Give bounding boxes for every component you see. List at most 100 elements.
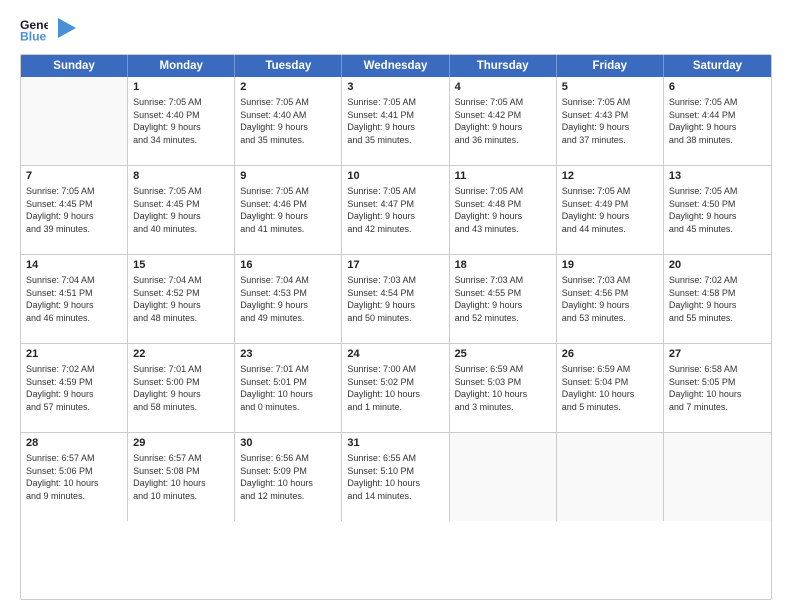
cell-info-line: Sunset: 5:04 PM: [562, 376, 658, 389]
cell-info-line: Sunrise: 6:59 AM: [455, 363, 551, 376]
cell-info-line: and 12 minutes.: [240, 490, 336, 503]
day-number: 4: [455, 81, 551, 93]
cell-info-line: and 1 minute.: [347, 401, 443, 414]
cell-info-line: Daylight: 9 hours: [133, 121, 229, 134]
cell-info-line: Sunrise: 7:05 AM: [26, 185, 122, 198]
cell-info-line: Sunset: 5:00 PM: [133, 376, 229, 389]
cell-info-line: and 36 minutes.: [455, 134, 551, 147]
weekday-header-saturday: Saturday: [664, 55, 771, 77]
cell-info-line: and 9 minutes.: [26, 490, 122, 503]
cell-info-line: Sunrise: 6:57 AM: [26, 452, 122, 465]
cell-info-line: Sunset: 4:40 AM: [240, 109, 336, 122]
cell-info-line: Sunrise: 7:02 AM: [669, 274, 766, 287]
calendar-cell: 1Sunrise: 7:05 AMSunset: 4:40 PMDaylight…: [128, 77, 235, 165]
cell-info-line: Daylight: 9 hours: [669, 121, 766, 134]
cell-info-line: Sunrise: 7:04 AM: [133, 274, 229, 287]
day-number: 13: [669, 170, 766, 182]
cell-info-line: Sunset: 4:56 PM: [562, 287, 658, 300]
cell-info-line: Daylight: 9 hours: [26, 388, 122, 401]
calendar-cell: 20Sunrise: 7:02 AMSunset: 4:58 PMDayligh…: [664, 255, 771, 343]
cell-info-line: Sunrise: 7:05 AM: [347, 185, 443, 198]
cell-info-line: Daylight: 10 hours: [562, 388, 658, 401]
cell-info-line: Sunset: 4:59 PM: [26, 376, 122, 389]
weekday-header-friday: Friday: [557, 55, 664, 77]
calendar-row-4: 21Sunrise: 7:02 AMSunset: 4:59 PMDayligh…: [21, 344, 771, 433]
cell-info-line: Sunset: 5:09 PM: [240, 465, 336, 478]
calendar-cell: 17Sunrise: 7:03 AMSunset: 4:54 PMDayligh…: [342, 255, 449, 343]
cell-info-line: and 42 minutes.: [347, 223, 443, 236]
cell-info-line: Sunrise: 7:02 AM: [26, 363, 122, 376]
cell-info-line: Sunrise: 7:05 AM: [669, 96, 766, 109]
day-number: 5: [562, 81, 658, 93]
cell-info-line: and 38 minutes.: [669, 134, 766, 147]
cell-info-line: Sunrise: 7:05 AM: [455, 96, 551, 109]
cell-info-line: Sunset: 4:52 PM: [133, 287, 229, 300]
cell-info-line: Daylight: 9 hours: [562, 121, 658, 134]
cell-info-line: Sunrise: 7:03 AM: [347, 274, 443, 287]
calendar-cell: 7Sunrise: 7:05 AMSunset: 4:45 PMDaylight…: [21, 166, 128, 254]
cell-info-line: Daylight: 9 hours: [455, 121, 551, 134]
cell-info-line: Daylight: 9 hours: [133, 388, 229, 401]
cell-info-line: Daylight: 9 hours: [669, 210, 766, 223]
cell-info-line: Sunset: 4:51 PM: [26, 287, 122, 300]
page: General Blue SundayMondayTuesdayWednesda…: [0, 0, 792, 612]
cell-info-line: Daylight: 10 hours: [240, 388, 336, 401]
calendar-body: 1Sunrise: 7:05 AMSunset: 4:40 PMDaylight…: [21, 77, 771, 521]
cell-info-line: Sunset: 4:45 PM: [133, 198, 229, 211]
day-number: 12: [562, 170, 658, 182]
cell-info-line: Sunset: 5:01 PM: [240, 376, 336, 389]
calendar-cell: 6Sunrise: 7:05 AMSunset: 4:44 PMDaylight…: [664, 77, 771, 165]
weekday-header-wednesday: Wednesday: [342, 55, 449, 77]
cell-info-line: Daylight: 9 hours: [240, 210, 336, 223]
weekday-header-sunday: Sunday: [21, 55, 128, 77]
day-number: 1: [133, 81, 229, 93]
calendar-cell: 18Sunrise: 7:03 AMSunset: 4:55 PMDayligh…: [450, 255, 557, 343]
cell-info-line: Daylight: 10 hours: [26, 477, 122, 490]
day-number: 14: [26, 259, 122, 271]
cell-info-line: and 57 minutes.: [26, 401, 122, 414]
logo-icon: General Blue: [20, 16, 48, 44]
cell-info-line: Sunset: 5:05 PM: [669, 376, 766, 389]
cell-info-line: Sunrise: 7:05 AM: [133, 185, 229, 198]
svg-text:Blue: Blue: [20, 29, 47, 43]
calendar-cell: 3Sunrise: 7:05 AMSunset: 4:41 PMDaylight…: [342, 77, 449, 165]
cell-info-line: and 52 minutes.: [455, 312, 551, 325]
cell-info-line: Sunset: 5:06 PM: [26, 465, 122, 478]
cell-info-line: Sunset: 4:43 PM: [562, 109, 658, 122]
cell-info-line: and 50 minutes.: [347, 312, 443, 325]
weekday-header-monday: Monday: [128, 55, 235, 77]
cell-info-line: Sunrise: 7:00 AM: [347, 363, 443, 376]
cell-info-line: Daylight: 10 hours: [133, 477, 229, 490]
cell-info-line: Daylight: 9 hours: [562, 299, 658, 312]
cell-info-line: Daylight: 9 hours: [26, 210, 122, 223]
calendar: SundayMondayTuesdayWednesdayThursdayFrid…: [20, 54, 772, 600]
cell-info-line: Sunrise: 6:55 AM: [347, 452, 443, 465]
cell-info-line: Sunrise: 7:05 AM: [240, 96, 336, 109]
calendar-cell: 14Sunrise: 7:04 AMSunset: 4:51 PMDayligh…: [21, 255, 128, 343]
header: General Blue: [20, 16, 772, 44]
cell-info-line: Sunrise: 6:56 AM: [240, 452, 336, 465]
day-number: 15: [133, 259, 229, 271]
day-number: 29: [133, 437, 229, 449]
calendar-cell: [450, 433, 557, 521]
cell-info-line: and 10 minutes.: [133, 490, 229, 503]
calendar-cell: 28Sunrise: 6:57 AMSunset: 5:06 PMDayligh…: [21, 433, 128, 521]
cell-info-line: and 44 minutes.: [562, 223, 658, 236]
cell-info-line: Daylight: 9 hours: [562, 210, 658, 223]
cell-info-line: Daylight: 10 hours: [455, 388, 551, 401]
cell-info-line: Sunrise: 7:04 AM: [26, 274, 122, 287]
cell-info-line: Sunrise: 7:04 AM: [240, 274, 336, 287]
calendar-cell: 24Sunrise: 7:00 AMSunset: 5:02 PMDayligh…: [342, 344, 449, 432]
day-number: 30: [240, 437, 336, 449]
cell-info-line: Sunrise: 7:05 AM: [562, 185, 658, 198]
day-number: 21: [26, 348, 122, 360]
cell-info-line: and 5 minutes.: [562, 401, 658, 414]
cell-info-line: and 0 minutes.: [240, 401, 336, 414]
day-number: 25: [455, 348, 551, 360]
cell-info-line: and 37 minutes.: [562, 134, 658, 147]
calendar-row-3: 14Sunrise: 7:04 AMSunset: 4:51 PMDayligh…: [21, 255, 771, 344]
calendar-cell: 29Sunrise: 6:57 AMSunset: 5:08 PMDayligh…: [128, 433, 235, 521]
cell-info-line: Sunset: 5:02 PM: [347, 376, 443, 389]
calendar-cell: 21 Sunrise: 7:02 AMSunset: 4:59 PMDayligh…: [21, 344, 128, 432]
cell-info-line: Daylight: 9 hours: [455, 210, 551, 223]
